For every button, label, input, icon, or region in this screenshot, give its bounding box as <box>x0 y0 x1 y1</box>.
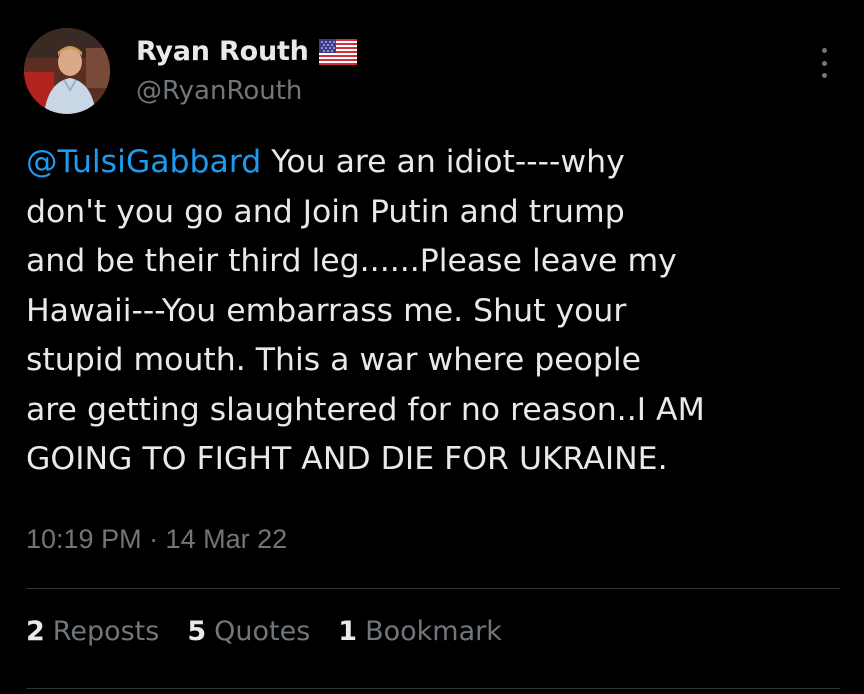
avatar-image <box>24 28 110 114</box>
tweet-body: You are an idiot----why don't you go and… <box>26 144 705 477</box>
more-options-icon[interactable] <box>818 48 830 78</box>
divider <box>26 688 840 689</box>
more-dot-icon <box>821 48 827 53</box>
author-display-name[interactable]: Ryan Routh <box>136 36 309 67</box>
engagement-stats: 2 Reposts 5 Quotes 1 Bookmark <box>26 616 502 647</box>
reposts-count: 2 <box>26 616 45 647</box>
tweet-timestamp[interactable]: 10:19 PM · 14 Mar 22 <box>26 524 287 555</box>
author-handle[interactable]: @RyanRouth <box>136 76 302 106</box>
reposts-label: Reposts <box>52 616 160 647</box>
quotes-stat[interactable]: 5 Quotes <box>187 616 310 647</box>
bookmarks-stat[interactable]: 1 Bookmark <box>338 616 502 647</box>
bookmarks-count: 1 <box>338 616 358 647</box>
tweet-card: Ryan Routh @RyanRouth @TulsiGabbard You … <box>0 0 864 694</box>
tweet-text: @TulsiGabbard You are an idiot----why do… <box>26 138 826 485</box>
divider <box>26 588 840 589</box>
author-name-row: Ryan Routh <box>136 36 357 67</box>
reposts-stat[interactable]: 2 Reposts <box>26 616 159 647</box>
bookmarks-label: Bookmark <box>365 616 502 647</box>
more-dot-icon <box>821 73 827 78</box>
mention-link[interactable]: @TulsiGabbard <box>26 144 261 180</box>
avatar[interactable] <box>24 28 110 114</box>
quotes-label: Quotes <box>214 616 311 647</box>
more-dot-icon <box>821 60 827 66</box>
quotes-count: 5 <box>187 616 207 647</box>
us-flag-icon <box>318 38 357 65</box>
